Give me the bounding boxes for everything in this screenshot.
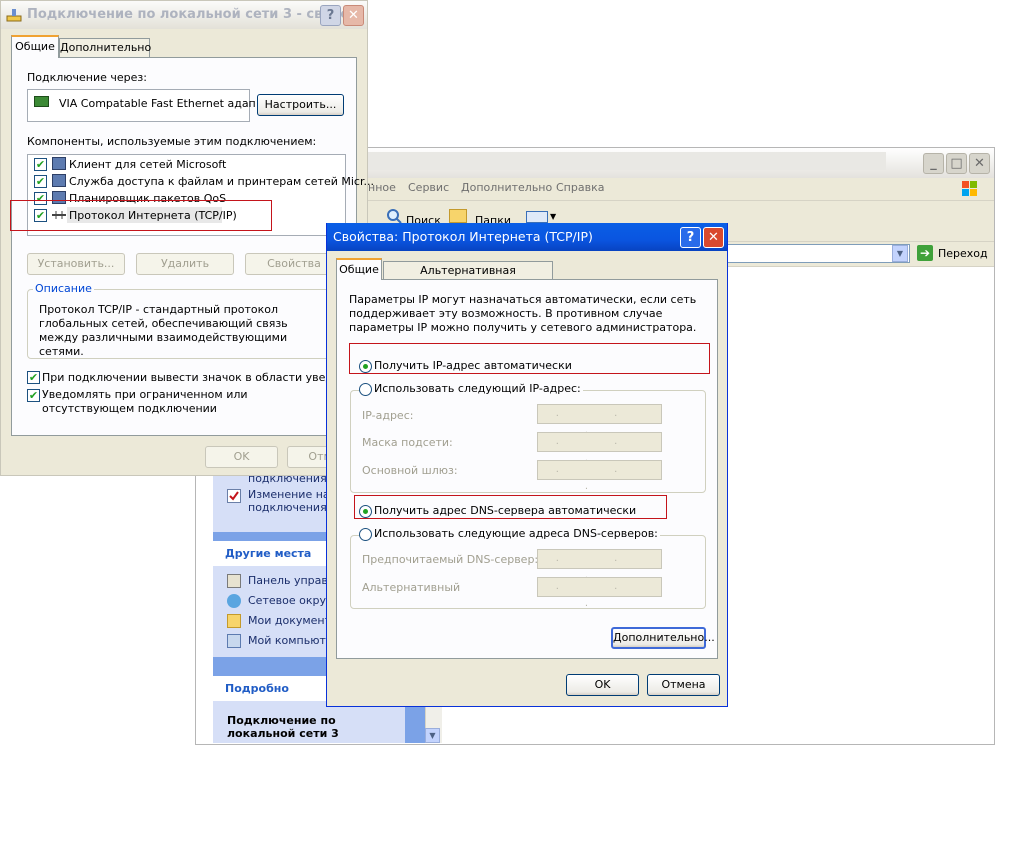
minimize-button[interactable]: _ <box>923 153 944 174</box>
address-input[interactable] <box>727 244 910 263</box>
tab-alternate-config[interactable]: Альтернативная конфигурация <box>383 261 553 294</box>
address-dropdown-button[interactable]: ▼ <box>892 245 908 262</box>
ip-address-label: IP-адрес: <box>362 409 414 422</box>
preferred-dns-label: Предпочитаемый DNS-сервер: <box>362 553 539 566</box>
tab-advanced[interactable]: Дополнительно <box>59 38 151 57</box>
maximize-icon: □ <box>950 156 963 171</box>
views-dropdown-icon[interactable]: ▼ <box>550 212 556 221</box>
folders-icon <box>449 209 467 223</box>
tcpip-dialog-titlebar[interactable]: Свойства: Протокол Интернета (TCP/IP) <box>327 223 727 251</box>
my-documents-icon <box>227 614 241 628</box>
close-button[interactable]: ✕ <box>703 227 724 248</box>
my-computer-icon <box>227 634 241 648</box>
component-checkbox[interactable]: ✔ <box>34 158 47 171</box>
close-icon: ✕ <box>708 230 719 245</box>
back-window-title-strip <box>366 152 886 170</box>
network-connection-icon <box>6 8 22 22</box>
maximize-button[interactable]: □ <box>946 153 967 174</box>
description-text: Протокол TCP/IP - стандартный протокол г… <box>39 303 288 358</box>
file-printer-sharing-icon <box>52 174 66 187</box>
link-network-places[interactable]: Сетевое окруж <box>248 594 336 607</box>
other-places-title: Другие места <box>225 547 312 560</box>
tcpip-dialog-title: Свойства: Протокол Интернета (TCP/IP) <box>333 229 593 244</box>
windows-logo-icon <box>961 180 979 198</box>
close-icon: ✕ <box>348 8 359 23</box>
details-connection-name: Подключение по локальной сети 3 <box>227 714 339 740</box>
intro-text: Параметры IP могут назначаться автоматич… <box>349 293 697 334</box>
link-my-documents[interactable]: Мои документ <box>248 614 331 627</box>
alternate-dns-label: Альтернативный <box>362 581 461 594</box>
configure-button[interactable]: Настроить... <box>257 94 344 116</box>
manual-ip-label[interactable]: Использовать следующий IP-адрес: <box>372 382 583 395</box>
link-control-panel[interactable]: Панель управл <box>248 574 335 587</box>
adapter-name: VIA Compatable Fast Ethernet адап <box>59 97 256 110</box>
task-link-change-settings-2[interactable]: подключения <box>248 501 327 514</box>
component-label[interactable]: Служба доступа к файлам и принтерам сете… <box>69 175 374 188</box>
cancel-button[interactable]: Отмена <box>647 674 720 696</box>
tab-general[interactable]: Общие <box>11 35 59 58</box>
lan-properties-dialog: Подключение по локальной сети 3 - свойс.… <box>0 0 374 476</box>
views-icon[interactable] <box>526 211 548 223</box>
highlight-auto-ip <box>349 343 710 374</box>
chevron-down-icon: ▼ <box>429 731 436 740</box>
manual-dns-radio[interactable] <box>359 528 372 541</box>
highlight-auto-dns <box>354 495 667 519</box>
notify-checkbox[interactable]: ✔ <box>27 389 40 402</box>
alternate-dns-field[interactable]: . . . <box>537 577 662 609</box>
network-places-icon <box>227 594 241 608</box>
search-icon <box>386 208 402 224</box>
close-button[interactable]: ✕ <box>969 153 990 174</box>
ok-button[interactable]: OK <box>205 446 278 468</box>
manual-dns-label[interactable]: Использовать следующие адреса DNS-сервер… <box>372 527 660 540</box>
tcpip-properties-dialog: Свойства: Протокол Интернета (TCP/IP) ? … <box>326 223 728 707</box>
lan-dialog-title: Подключение по локальной сети 3 - свойс.… <box>27 7 363 22</box>
component-label[interactable]: Клиент для сетей Microsoft <box>69 158 226 171</box>
notify-label[interactable]: Уведомлять при ограниченном или отсутств… <box>42 388 332 416</box>
menu-item-tools[interactable]: Сервис <box>408 181 449 194</box>
close-icon: ✕ <box>974 156 985 171</box>
preferred-dns-field[interactable]: . . . <box>537 549 662 581</box>
go-button[interactable]: Переход <box>938 247 988 260</box>
subnet-mask-field[interactable]: . . . <box>537 432 662 464</box>
ok-button[interactable]: OK <box>566 674 639 696</box>
show-icon-checkbox[interactable]: ✔ <box>27 371 40 384</box>
highlight-tcpip-component <box>10 200 272 231</box>
menu-item-help[interactable]: Справка <box>556 181 604 194</box>
manual-ip-radio[interactable] <box>359 383 372 396</box>
tab-general[interactable]: Общие <box>336 258 382 280</box>
help-button[interactable]: ? <box>320 5 341 26</box>
minimize-icon: _ <box>930 156 937 171</box>
connect-via-label: Подключение через: <box>27 71 147 84</box>
close-button[interactable]: ✕ <box>343 5 364 26</box>
subnet-mask-label: Маска подсети: <box>362 436 453 449</box>
network-adapter-icon <box>34 96 49 107</box>
details-title: Подробно <box>225 682 289 695</box>
help-button[interactable]: ? <box>680 227 701 248</box>
go-arrow-icon: ➔ <box>917 245 933 261</box>
default-gateway-label: Основной шлюз: <box>362 464 458 477</box>
remove-button[interactable]: Удалить <box>136 253 234 275</box>
manual-dns-group <box>350 535 706 609</box>
menu-item-advanced[interactable]: Дополнительно <box>461 181 552 194</box>
description-title: Описание <box>33 282 94 295</box>
lan-dialog-titlebar[interactable]: Подключение по локальной сети 3 - свойс.… <box>1 1 367 29</box>
default-gateway-field[interactable]: . . . <box>537 460 662 492</box>
show-icon-label[interactable]: При подключении вывести значок в области… <box>42 371 362 384</box>
components-label: Компоненты, используемые этим подключени… <box>27 135 317 148</box>
install-button[interactable]: Установить... <box>27 253 125 275</box>
control-panel-icon <box>227 574 241 588</box>
scroll-down-button[interactable]: ▼ <box>425 728 440 743</box>
ip-address-field[interactable]: . . . <box>537 404 662 436</box>
advanced-button[interactable]: Дополнительно... <box>611 627 715 649</box>
change-settings-icon <box>227 489 241 503</box>
component-checkbox[interactable]: ✔ <box>34 175 47 188</box>
network-client-icon <box>52 157 66 170</box>
